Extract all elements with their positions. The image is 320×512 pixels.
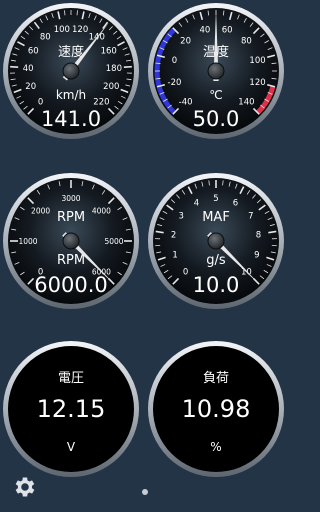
maf-title: MAF xyxy=(202,210,230,225)
needle-hub xyxy=(62,62,80,80)
gear-icon[interactable] xyxy=(12,474,38,500)
tick-label: 3 xyxy=(179,212,184,222)
maf-gauge[interactable]: 01 234 5 678 910 MAF g/s 10.0 xyxy=(147,172,285,310)
tick-label: 80 xyxy=(241,37,252,47)
tick-label: 6 xyxy=(233,199,238,209)
tick-label: 0 xyxy=(183,267,188,277)
temperature-gauge[interactable]: -40-20020406080100120140 温度 ℃ 50.0 xyxy=(147,2,285,140)
needle-hub xyxy=(207,62,225,80)
tick-label: 40 xyxy=(199,25,210,35)
tick-label: 0 xyxy=(172,56,177,66)
tick-label: 5000 xyxy=(104,237,123,246)
major-tick xyxy=(10,65,19,69)
minor-tick xyxy=(76,10,78,16)
rpm-title: RPM xyxy=(57,210,85,225)
tick-label: 80 xyxy=(40,33,51,43)
tick-label: 60 xyxy=(222,25,233,35)
needle-hub xyxy=(207,232,225,250)
tick-label: 40 xyxy=(23,64,34,74)
load-title: 負荷 xyxy=(203,371,229,386)
tick-label: 9 xyxy=(254,250,259,260)
tick-label: 2000 xyxy=(31,207,50,216)
page-indicator-dot xyxy=(142,489,148,495)
tick-label: 180 xyxy=(106,64,122,74)
tick-label: 2 xyxy=(171,230,176,240)
rpm-unit: RPM xyxy=(57,253,85,268)
tick-label: 120 xyxy=(72,25,88,35)
rpm-value: 6000.0 xyxy=(34,273,107,297)
temperature-value: 50.0 xyxy=(193,107,240,131)
minor-tick xyxy=(64,10,66,16)
load-value: 10.98 xyxy=(182,395,251,423)
tick-label: 4 xyxy=(194,199,199,209)
tick-label: 0 xyxy=(38,97,43,107)
tick-label: 1 xyxy=(172,250,177,260)
tick-label: 100 xyxy=(249,56,265,66)
tick-label: 120 xyxy=(249,78,265,88)
tick-label: 160 xyxy=(101,46,117,56)
tick-label: 8 xyxy=(256,230,261,240)
voltage-title: 電圧 xyxy=(58,371,84,386)
voltage-value: 12.15 xyxy=(37,395,106,423)
tick-label: 140 xyxy=(238,97,254,107)
speed-gauge[interactable]: 020406080100120140160180200220 速度 km/h 1… xyxy=(2,2,140,140)
maf-unit: g/s xyxy=(206,253,226,268)
rpm-gauge[interactable]: 0100020003000400050006000 RPM RPM 6000.0 xyxy=(2,172,140,310)
engine-load-gauge[interactable]: 負荷 10.98 % xyxy=(147,340,285,478)
tick-label: 100 xyxy=(54,25,70,35)
tick-label: 1000 xyxy=(18,237,37,246)
tick-label: 3000 xyxy=(61,194,80,203)
major-tick xyxy=(123,65,132,69)
tick-label: 200 xyxy=(103,82,119,92)
tick-label: 20 xyxy=(25,82,36,92)
tick-label: 5 xyxy=(213,194,218,204)
tick-label: -40 xyxy=(179,97,193,107)
speed-value: 141.0 xyxy=(41,107,101,131)
tick-label: 4000 xyxy=(92,207,111,216)
tick-label: -20 xyxy=(168,78,182,88)
voltage-gauge[interactable]: 電圧 12.15 V xyxy=(2,340,140,478)
maf-value: 10.0 xyxy=(193,273,240,297)
tick-label: 10 xyxy=(241,267,252,277)
tick-label: 20 xyxy=(180,37,191,47)
tick-label: 220 xyxy=(93,97,109,107)
tick-label: 7 xyxy=(248,212,253,222)
load-unit: % xyxy=(210,440,221,454)
tick-label: 60 xyxy=(28,46,39,56)
speed-unit: km/h xyxy=(56,88,86,102)
needle-hub xyxy=(62,232,80,250)
voltage-unit: V xyxy=(67,440,76,454)
temperature-unit: ℃ xyxy=(209,88,222,102)
